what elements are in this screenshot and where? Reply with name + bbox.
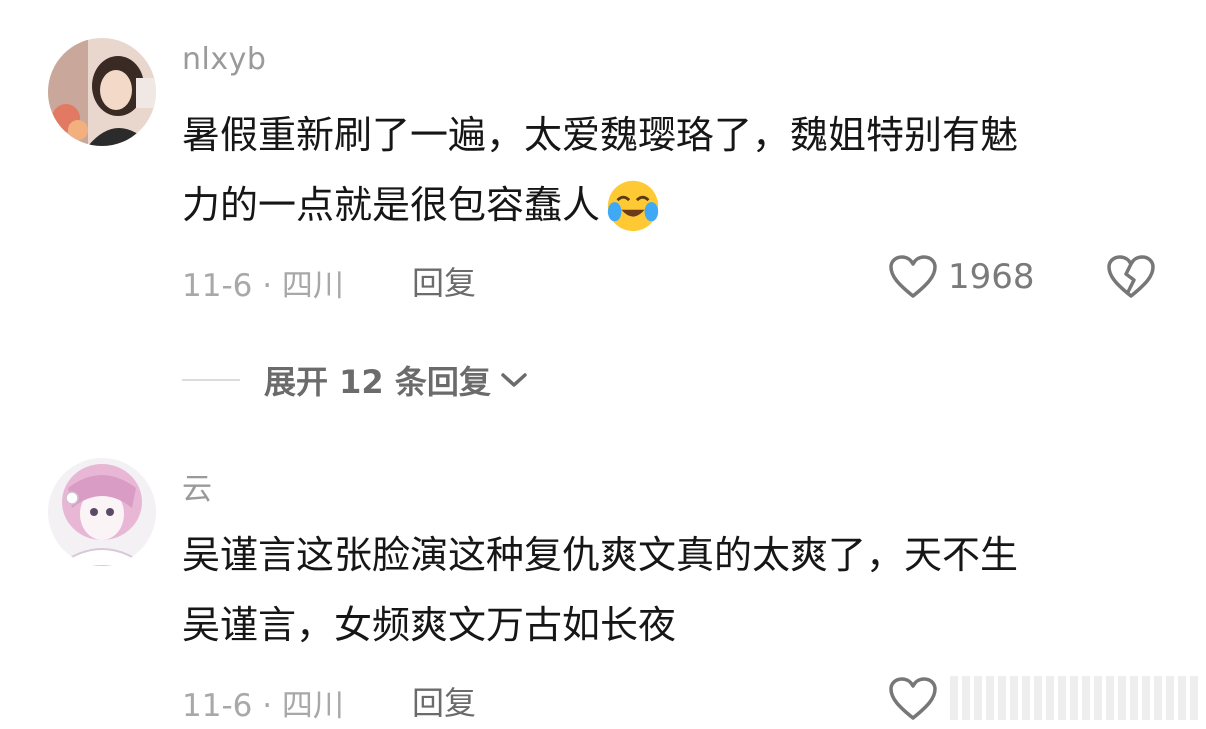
comment-date-location: 11-6 · 四川 xyxy=(182,688,344,724)
avatar-image xyxy=(48,458,156,566)
heart-outline-icon xyxy=(889,255,937,298)
comment-text-line: 吴谨言，女频爽文万古如长夜 xyxy=(182,603,677,647)
heart-outline-icon xyxy=(889,677,937,720)
chevron-down-icon xyxy=(501,373,527,387)
comment-text-line: 暑假重新刷了一遍，太爱魏璎珞了，魏姐特别有魅 xyxy=(182,113,1019,157)
dislike-button[interactable] xyxy=(1106,254,1156,304)
expand-replies-label: 展开 12 条回复 xyxy=(264,363,491,401)
comment-text-line: 力的一点就是很包容蠢人 xyxy=(182,183,601,227)
crying-laughing-emoji-icon xyxy=(607,180,659,231)
comment-text: 吴谨言这张脸演这种复仇爽文真的太爽了，天不生 吴谨言，女频爽文万古如长夜 xyxy=(182,520,1172,660)
avatar-image xyxy=(48,38,156,146)
username[interactable]: 云 xyxy=(182,464,213,508)
avatar[interactable] xyxy=(48,38,156,146)
expand-replies-button[interactable]: 展开 12 条回复 xyxy=(182,355,529,405)
like-button[interactable] xyxy=(888,676,938,722)
reply-button[interactable]: 回复 xyxy=(412,258,476,304)
like-count: 1968 xyxy=(948,257,1035,297)
divider-line xyxy=(182,379,240,381)
comment-text-line-with-emoji: 力的一点就是很包容蠢人 xyxy=(182,170,1172,240)
comment-text-line: 吴谨言这张脸演这种复仇爽文真的太爽了，天不生 xyxy=(182,533,1019,577)
username[interactable]: nlxyb xyxy=(182,42,266,77)
like-button[interactable]: 1968 xyxy=(888,254,1035,300)
broken-heart-icon xyxy=(1107,255,1155,298)
comment-date-location: 11-6 · 四川 xyxy=(182,268,344,304)
reply-button[interactable]: 回复 xyxy=(412,678,476,724)
watermark-overlay xyxy=(950,676,1200,720)
comment-text: 暑假重新刷了一遍，太爱魏璎珞了，魏姐特别有魅 力的一点就是很包容蠢人 xyxy=(182,100,1172,240)
avatar[interactable] xyxy=(48,458,156,566)
